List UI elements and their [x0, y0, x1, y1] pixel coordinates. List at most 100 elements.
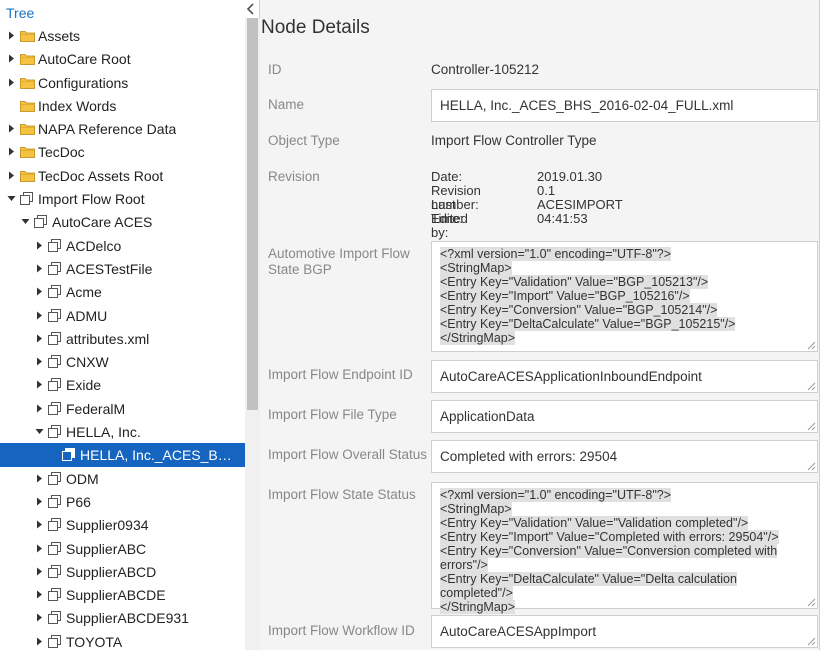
tree-item[interactable]: Index Words — [0, 94, 245, 117]
xml-line-text: <Entry Key="Conversion" Value="Conversio… — [440, 544, 778, 558]
caret-right-icon[interactable] — [6, 117, 16, 140]
tree-item[interactable]: HELLA, Inc. — [0, 420, 245, 443]
tree-item[interactable]: SupplierABCDE — [0, 583, 245, 606]
tree-item[interactable]: SupplierABCDE931 — [0, 606, 245, 629]
caret-right-icon[interactable] — [34, 280, 44, 303]
resize-grip-icon[interactable] — [806, 381, 816, 391]
xml-line-text: <Entry Key="Conversion" Value="BGP_10521… — [440, 303, 718, 317]
tree-header: Tree — [0, 0, 259, 26]
caret-right-icon[interactable] — [34, 234, 44, 257]
tree-scrollbar-thumb[interactable] — [247, 18, 258, 410]
caret-right-icon[interactable] — [34, 513, 44, 536]
xml-line: <Entry Key="Conversion" Value="Conversio… — [440, 544, 809, 558]
tree-item-label: SupplierABCDE — [66, 587, 166, 604]
caret-down-icon[interactable] — [6, 187, 16, 210]
state-bgp-label: Automotive Import Flow State BGP — [268, 246, 410, 277]
caret-right-icon[interactable] — [34, 327, 44, 350]
caret-right-icon[interactable] — [34, 630, 44, 650]
folder-icon — [20, 52, 35, 66]
caret-right-icon[interactable] — [6, 47, 16, 70]
resize-grip-icon[interactable] — [806, 461, 816, 471]
state-bgp-textarea[interactable]: <?xml version="1.0" encoding="UTF-8"?> <S… — [431, 241, 818, 352]
caret-right-icon[interactable] — [34, 560, 44, 583]
folder-icon — [20, 76, 35, 89]
xml-line-text: <?xml version="1.0" encoding="UTF-8"?> — [440, 488, 672, 502]
resize-grip-icon[interactable] — [806, 636, 816, 646]
caret-right-icon[interactable] — [6, 164, 16, 187]
tree-item-label: SupplierABC — [66, 540, 147, 557]
tree-item[interactable]: ACESTestFile — [0, 257, 245, 280]
xml-line-text: <Entry Key="Import" Value="BGP_105216"/> — [440, 289, 690, 303]
tree-item[interactable]: ADMU — [0, 304, 245, 327]
caret-right-icon[interactable] — [34, 467, 44, 490]
endpoint-field-value: AutoCareACESApplicationInboundEndpoint — [440, 369, 702, 384]
caret-right-icon[interactable] — [34, 490, 44, 513]
tree-item[interactable]: Acme — [0, 280, 245, 303]
xml-line: </StringMap> — [440, 331, 809, 345]
resize-grip-icon[interactable] — [806, 340, 816, 350]
tree-scrollbar[interactable] — [245, 18, 260, 650]
tree-item[interactable]: P66 — [0, 490, 245, 513]
folder-icon — [20, 29, 35, 42]
file-type-field[interactable]: ApplicationData — [431, 400, 818, 433]
tree-item[interactable]: SupplierABC — [0, 537, 245, 560]
tree-item[interactable]: SupplierABCD — [0, 560, 245, 583]
node-icon — [48, 564, 62, 578]
xml-line: <Entry Key="DeltaCalculate" Value="BGP_1… — [440, 317, 809, 331]
tree-item[interactable]: attributes.xml — [0, 327, 245, 350]
tree-item[interactable]: Assets — [0, 24, 245, 47]
caret-right-icon[interactable] — [34, 537, 44, 560]
tree-item[interactable]: HELLA, Inc._ACES_BHS_... — [0, 443, 245, 467]
resize-grip-icon[interactable] — [806, 597, 816, 607]
state-status-textarea[interactable]: <?xml version="1.0" encoding="UTF-8"?> <S… — [431, 482, 818, 614]
node-icon — [48, 518, 62, 532]
tree-title[interactable]: Tree — [6, 5, 34, 21]
node-icon — [20, 192, 34, 206]
tree-item[interactable]: TOYOTA — [0, 630, 245, 650]
tree-item[interactable]: TecDoc — [0, 140, 245, 163]
tree-item[interactable]: Exide — [0, 373, 245, 396]
tree-item-label: attributes.xml — [66, 330, 150, 347]
endpoint-field[interactable]: AutoCareACESApplicationInboundEndpoint — [431, 360, 818, 393]
caret-down-icon[interactable] — [20, 210, 30, 233]
caret-right-icon[interactable] — [6, 140, 16, 163]
caret-right-icon[interactable] — [34, 304, 44, 327]
folder-icon — [20, 99, 35, 112]
caret-right-icon[interactable] — [34, 257, 44, 280]
caret-right-icon[interactable] — [6, 24, 16, 47]
caret-down-icon[interactable] — [34, 420, 44, 443]
caret-right-icon[interactable] — [34, 397, 44, 420]
node-icon — [48, 331, 62, 345]
collapse-panel-icon[interactable] — [245, 2, 257, 16]
workflow-field[interactable]: AutoCareACESAppImport — [431, 615, 818, 648]
tree-item[interactable]: Supplier0934 — [0, 513, 245, 536]
name-field[interactable]: HELLA, Inc._ACES_BHS_2016-02-04_FULL.xml — [431, 89, 818, 122]
xml-line: <Entry Key="Conversion" Value="BGP_10521… — [440, 303, 809, 317]
tree-item[interactable]: Import Flow Root — [0, 187, 245, 210]
tree-item[interactable]: ACDelco — [0, 234, 245, 257]
tree-item-label: HELLA, Inc. — [66, 424, 141, 441]
folder-icon — [20, 122, 35, 136]
object-type-value: Import Flow Controller Type — [431, 133, 597, 148]
tree-item[interactable]: FederalM — [0, 397, 245, 420]
node-icon — [48, 285, 62, 299]
resize-grip-icon[interactable] — [806, 421, 816, 431]
tree-item-label: SupplierABCD — [66, 563, 157, 580]
node-icon — [48, 261, 62, 275]
tree-item[interactable]: AutoCare Root — [0, 47, 245, 70]
tree-item[interactable]: AutoCare ACES — [0, 210, 245, 233]
tree-item[interactable]: TecDoc Assets Root — [0, 164, 245, 187]
caret-right-icon[interactable] — [34, 373, 44, 396]
overall-status-field[interactable]: Completed with errors: 29504 — [431, 440, 818, 473]
tree-item[interactable]: CNXW — [0, 350, 245, 373]
caret-right-icon[interactable] — [34, 583, 44, 606]
xml-line-text: <Entry Key="DeltaCalculate" Value="Delta… — [440, 572, 737, 600]
caret-right-icon[interactable] — [34, 350, 44, 373]
node-icon — [34, 215, 48, 229]
caret-right-icon[interactable] — [34, 606, 44, 629]
tree-item[interactable]: ODM — [0, 467, 245, 490]
tree-item[interactable]: NAPA Reference Data — [0, 117, 245, 140]
caret-right-icon[interactable] — [6, 71, 16, 94]
tree-item[interactable]: Configurations — [0, 71, 245, 94]
name-label: Name — [268, 97, 305, 112]
